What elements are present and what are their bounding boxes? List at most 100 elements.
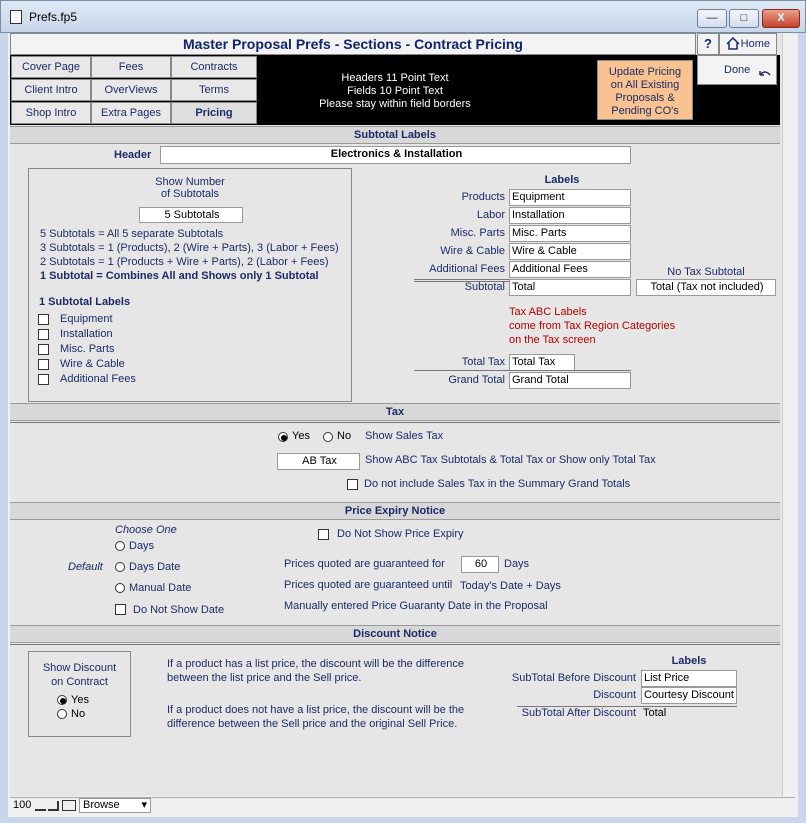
update-line-2: on All Existing: [610, 79, 680, 91]
subtotal-before-field[interactable]: List Price: [641, 670, 737, 687]
done-button[interactable]: Done: [697, 55, 777, 85]
wire-cable-label: Wire & Cable: [60, 358, 125, 370]
close-button[interactable]: X: [762, 9, 800, 28]
subtotal-after-value: Total: [643, 707, 667, 719]
subtotal-after-label: SubTotal After Discount: [521, 707, 636, 719]
no-tax-subtotal-field[interactable]: Total (Tax not included): [636, 279, 776, 296]
update-line-3: Proposals &: [615, 92, 675, 104]
exclude-sales-tax-checkbox[interactable]: [347, 479, 358, 490]
sales-tax-no-radio[interactable]: [323, 432, 333, 442]
discount-note-1: If a product has a list price, the disco…: [167, 657, 464, 685]
divider-line: [414, 370, 631, 371]
sales-tax-yes-radio[interactable]: [278, 432, 288, 442]
products-label: Products: [461, 191, 505, 203]
home-label: Home: [740, 38, 770, 50]
subtotal-label: Subtotal: [464, 281, 505, 293]
discount-field[interactable]: Courtesy Discount: [641, 687, 737, 704]
expiry-days-date-radio[interactable]: [115, 562, 125, 572]
equipment-checkbox[interactable]: [38, 314, 49, 325]
expiry-days-radio[interactable]: [115, 541, 125, 551]
show-number-line-1: Show Number: [155, 176, 225, 188]
section-discount-notice: Discount Notice: [10, 625, 780, 643]
do-not-show-date-checkbox[interactable]: [115, 604, 126, 615]
discount-yes-label: Yes: [71, 694, 89, 706]
divider-line: [10, 422, 780, 423]
update-line-4: Pending CO's: [611, 105, 679, 117]
guaranteed-for-label: Prices quoted are guaranteed for: [284, 558, 445, 570]
tab-terms[interactable]: Terms: [171, 79, 257, 101]
discount-no-radio[interactable]: [57, 709, 67, 719]
discount-note-1-line-1: If a product has a list price, the disco…: [167, 658, 464, 670]
products-field[interactable]: Equipment: [509, 189, 631, 206]
help-button[interactable]: ?: [697, 33, 719, 55]
show-discount-label: Show Discount on Contract: [28, 661, 131, 689]
expiry-manual-date-radio[interactable]: [115, 583, 125, 593]
wire-cable-row-label: Wire & Cable: [440, 245, 505, 257]
tab-overviews[interactable]: OverViews: [91, 79, 171, 101]
misc-parts-checkbox[interactable]: [38, 344, 49, 355]
maximize-button[interactable]: □: [729, 9, 759, 28]
discount-note-2-line-2: difference between the Sell price and th…: [167, 718, 458, 730]
zoom-in-icon[interactable]: [48, 801, 59, 811]
tab-fees[interactable]: Fees: [91, 56, 171, 78]
home-button[interactable]: Home: [719, 33, 777, 55]
discount-note-2: If a product does not have a list price,…: [167, 703, 464, 731]
tab-pricing[interactable]: Pricing: [171, 102, 257, 124]
days-field[interactable]: 60: [461, 556, 499, 573]
tab-extra-pages[interactable]: Extra Pages: [91, 102, 171, 124]
wire-cable-checkbox[interactable]: [38, 359, 49, 370]
total-tax-field[interactable]: Total Tax: [509, 354, 575, 371]
mode-select[interactable]: Browse ▾: [79, 798, 151, 813]
zoom-level[interactable]: 100: [13, 799, 31, 811]
discount-note-2-line-1: If a product does not have a list price,…: [167, 704, 465, 716]
document-icon: [10, 10, 22, 24]
total-tax-label: Total Tax: [461, 356, 505, 368]
misc-parts-field[interactable]: Misc. Parts: [509, 225, 631, 242]
subtotal-count-field[interactable]: 5 Subtotals: [139, 207, 243, 223]
no-tax-subtotal-heading: No Tax Subtotal: [667, 266, 745, 278]
show-number-line-2: of Subtotals: [160, 188, 220, 200]
section-subtotal-labels: Subtotal Labels: [10, 126, 780, 144]
vertical-scrollbar[interactable]: [782, 33, 796, 796]
minimize-button[interactable]: —: [697, 9, 727, 28]
grand-total-field[interactable]: Grand Total: [509, 372, 631, 389]
do-not-show-expiry-label: Do Not Show Price Expiry: [337, 528, 464, 540]
show-discount-line-2: on Contract: [51, 676, 108, 688]
choose-one-label: Choose One: [115, 524, 177, 536]
do-not-show-expiry-checkbox[interactable]: [318, 529, 329, 540]
tab-client-intro[interactable]: Client Intro: [11, 79, 91, 101]
status-toggle-icon[interactable]: [62, 800, 76, 811]
done-label: Done: [724, 64, 751, 76]
tab-shop-intro[interactable]: Shop Intro: [11, 102, 91, 124]
expiry-days-label: Days: [129, 540, 155, 552]
show-number-label: Show Number of Subtotals: [140, 176, 240, 200]
additional-fees-row-label: Additional Fees: [429, 263, 505, 275]
window-titlebar: [0, 0, 806, 33]
days-unit-label: Days: [504, 558, 530, 570]
additional-fees-checkbox[interactable]: [38, 374, 49, 385]
tab-cover-page[interactable]: Cover Page: [11, 56, 91, 78]
zoom-out-icon[interactable]: [35, 801, 46, 811]
header-field[interactable]: Electronics & Installation: [160, 146, 631, 164]
additional-fees-field[interactable]: Additional Fees: [509, 261, 631, 278]
ab-tax-field[interactable]: AB Tax: [277, 453, 360, 470]
sales-tax-no-label: No: [337, 430, 352, 442]
return-arrow-icon: [758, 64, 772, 92]
header-label: Header: [114, 149, 152, 161]
show-discount-line-1: Show Discount: [42, 662, 117, 674]
mode-value: Browse: [83, 799, 120, 811]
wire-cable-field[interactable]: Wire & Cable: [509, 243, 631, 260]
note-line-2: Fields 10 Point Text: [347, 85, 443, 97]
subtotal-option-1: 1 Subtotal = Combines All and Shows only…: [40, 270, 319, 282]
installation-checkbox[interactable]: [38, 329, 49, 340]
subtotal-field[interactable]: Total: [509, 279, 631, 296]
discount-yes-radio[interactable]: [57, 695, 67, 705]
labor-field[interactable]: Installation: [509, 207, 631, 224]
tax-note-line-3: on the Tax screen: [509, 334, 596, 346]
labels-heading: Labels: [544, 174, 580, 186]
tab-contracts[interactable]: Contracts: [171, 56, 257, 78]
divider-line: [10, 644, 780, 645]
update-pricing-button[interactable]: Update Pricing on All Existing Proposals…: [597, 60, 693, 120]
subtotal-before-label: SubTotal Before Discount: [511, 672, 636, 684]
discount-label: Discount: [593, 689, 636, 701]
